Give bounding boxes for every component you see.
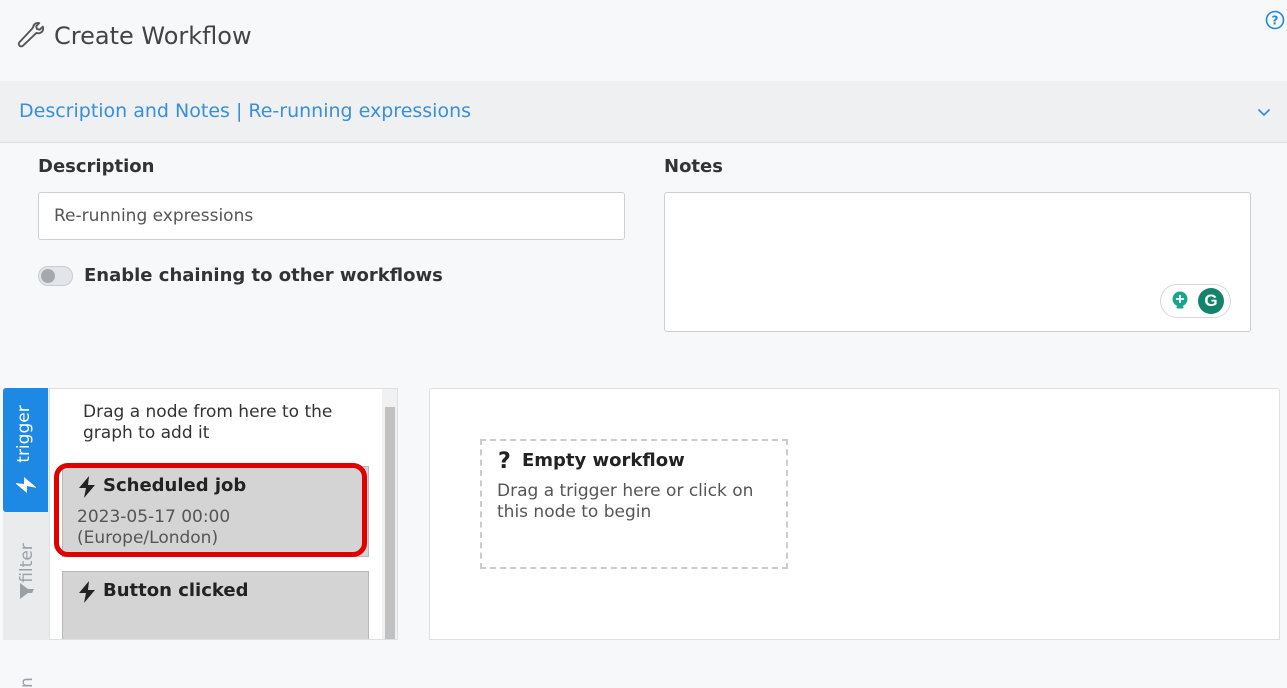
bolt-icon	[79, 581, 95, 603]
help-icon[interactable]: ?	[1265, 10, 1285, 30]
bolt-icon	[16, 477, 36, 493]
chaining-toggle[interactable]	[38, 266, 73, 286]
chevron-down-icon[interactable]	[1256, 104, 1272, 120]
empty-node-description: Drag a trigger here or click on this nod…	[497, 481, 754, 522]
node-title: Button clicked	[103, 580, 249, 601]
tab-trigger[interactable]: trigger	[3, 388, 48, 512]
description-label: Description	[38, 156, 155, 177]
toggle-knob	[41, 269, 55, 283]
empty-node-title: Empty workflow	[522, 450, 685, 471]
question-icon: ?	[498, 449, 511, 474]
wrench-icon	[17, 22, 44, 48]
bulb-icon[interactable]	[1169, 290, 1191, 312]
tab-trigger-label: trigger	[14, 405, 34, 463]
grammarly-logo[interactable]: G	[1198, 288, 1224, 314]
page-header: Create Workflow ?	[0, 0, 1287, 80]
description-input[interactable]	[38, 192, 625, 240]
page-title: Create Workflow	[54, 22, 252, 50]
description-notes-accordion[interactable]: Description and Notes | Re-running expre…	[0, 81, 1287, 143]
highlight-annotation	[54, 463, 367, 557]
svg-text:?: ?	[1272, 14, 1279, 28]
notes-label: Notes	[664, 156, 723, 177]
empty-workflow-node[interactable]: ? Empty workflow Drag a trigger here or …	[480, 439, 788, 569]
node-button-clicked[interactable]: Button clicked	[62, 571, 369, 639]
palette-hint: Drag a node from here to the graph to ad…	[83, 402, 333, 443]
tab-next[interactable]: n	[17, 598, 37, 688]
accordion-title[interactable]: Description and Notes | Re-running expre…	[19, 99, 471, 123]
palette-scrollbar[interactable]	[382, 389, 397, 639]
scrollbar-thumb[interactable]	[385, 407, 395, 639]
grammarly-widget[interactable]: G	[1160, 284, 1231, 318]
chaining-label: Enable chaining to other workflows	[84, 265, 443, 286]
